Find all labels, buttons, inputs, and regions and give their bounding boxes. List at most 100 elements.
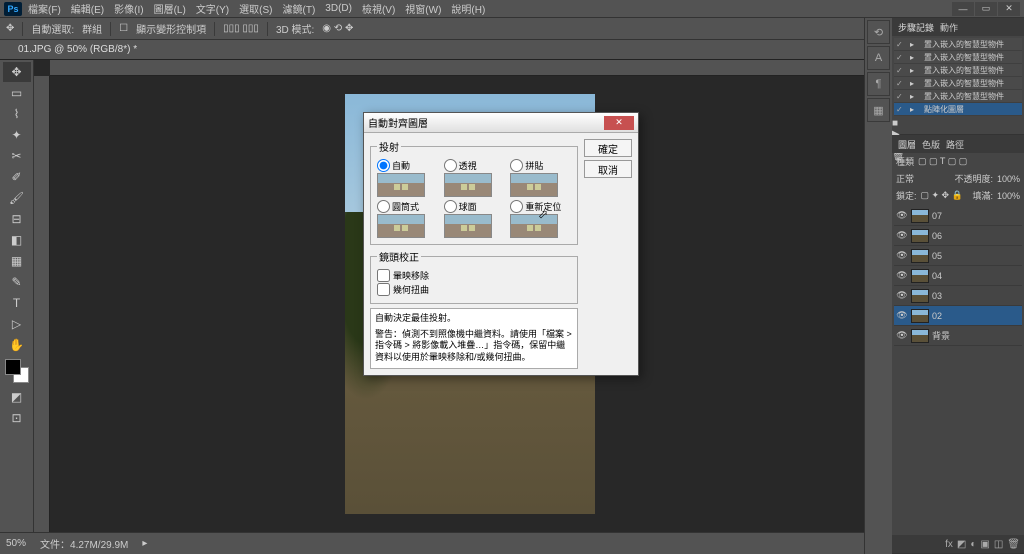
para-icon[interactable]: ¶ xyxy=(867,72,890,96)
layer-name: 04 xyxy=(932,271,942,281)
history-item[interactable]: ✓▸置入嵌入的智慧型物件 xyxy=(894,38,1022,51)
dialog-titlebar[interactable]: 自動對齊圖層 ✕ xyxy=(364,113,638,133)
zoom-level[interactable]: 50% xyxy=(6,538,26,549)
quickmask-tool[interactable]: ◩ xyxy=(3,387,31,407)
layer-row[interactable]: 👁02 xyxy=(894,306,1022,326)
adjustment-icon[interactable]: ◐ xyxy=(970,539,976,550)
filter-icons[interactable]: ▢ ▢ T ▢ ▢ xyxy=(918,156,967,167)
pen-tool[interactable]: ✎ xyxy=(3,272,31,292)
menu-file[interactable]: 檔案(F) xyxy=(24,1,65,16)
menu-view[interactable]: 檢視(V) xyxy=(358,1,399,16)
actions-tab-history[interactable]: 步驟記錄 xyxy=(898,21,934,34)
visibility-icon[interactable]: 👁 xyxy=(896,310,908,321)
visibility-icon[interactable]: 👁 xyxy=(896,250,908,261)
mode-3d-label: 3D 模式: xyxy=(276,21,314,36)
document-tab[interactable]: 01.JPG @ 50% (RGB/8*) * xyxy=(10,42,145,57)
history-icon[interactable]: ⟲ xyxy=(867,20,890,44)
actions-tab-actions[interactable]: 動作 xyxy=(940,21,958,34)
projection-sphere-radio[interactable]: 球面 xyxy=(444,199,505,213)
layer-row[interactable]: 👁背景 xyxy=(894,326,1022,346)
transform-controls-checkbox[interactable]: ☐ xyxy=(119,23,128,34)
history-item[interactable]: ✓▸置入嵌入的智慧型物件 xyxy=(894,51,1022,64)
swatches-icon[interactable]: ▦ xyxy=(867,98,890,122)
brush-tool[interactable]: 🖌 xyxy=(3,188,31,208)
history-item[interactable]: ✓▸置入嵌入的智慧型物件 xyxy=(894,64,1022,77)
auto-select-label: 自動選取: xyxy=(31,21,74,36)
marquee-tool[interactable]: ▭ xyxy=(3,83,31,103)
projection-collage-thumb xyxy=(510,173,558,197)
visibility-icon[interactable]: 👁 xyxy=(896,330,908,341)
dialog-close[interactable]: ✕ xyxy=(604,116,634,130)
history-item[interactable]: ✓▸置入嵌入的智慧型物件 xyxy=(894,77,1022,90)
blend-mode[interactable]: 正常 xyxy=(896,172,914,185)
projection-repos-radio[interactable]: 重新定位 xyxy=(510,199,571,213)
menu-window[interactable]: 視窗(W) xyxy=(401,1,445,16)
cancel-button[interactable]: 取消 xyxy=(584,160,632,178)
layer-row[interactable]: 👁03 xyxy=(894,286,1022,306)
menu-filter[interactable]: 濾鏡(T) xyxy=(279,1,320,16)
projection-auto-radio[interactable]: 自動 xyxy=(377,158,438,172)
eyedropper-tool[interactable]: ✐ xyxy=(3,167,31,187)
window-maximize[interactable]: ▭ xyxy=(975,2,997,16)
mode-3d-icons[interactable]: ◉ ⟲ ✥ xyxy=(322,23,353,34)
menu-select[interactable]: 選取(S) xyxy=(235,1,276,16)
stop-icon[interactable]: ■ xyxy=(892,118,1024,129)
auto-select-dropdown[interactable]: 群組 xyxy=(82,21,102,36)
wand-tool[interactable]: ✦ xyxy=(3,125,31,145)
color-swatches[interactable] xyxy=(5,359,29,383)
screenmode-tool[interactable]: ⊡ xyxy=(3,408,31,428)
fx-icon[interactable]: fx xyxy=(945,539,953,550)
layers-tab[interactable]: 圖層 xyxy=(898,138,916,151)
vignette-checkbox[interactable]: 暈映移除 xyxy=(377,269,571,282)
align-icons[interactable]: ▯▯▯ ▯▯▯ xyxy=(223,23,259,34)
menu-3d[interactable]: 3D(D) xyxy=(321,3,356,14)
stamp-tool[interactable]: ⊟ xyxy=(3,209,31,229)
menu-edit[interactable]: 編輯(E) xyxy=(67,1,108,16)
menu-image[interactable]: 影像(I) xyxy=(110,1,147,16)
move-tool[interactable]: ✥ xyxy=(3,62,31,82)
lock-icons[interactable]: ▢ ✦ ✥ 🔒 xyxy=(921,190,963,201)
ok-button[interactable]: 確定 xyxy=(584,139,632,157)
layer-row[interactable]: 👁 04 xyxy=(894,266,1022,286)
path-tool[interactable]: ▷ xyxy=(3,314,31,334)
visibility-icon[interactable]: 👁 xyxy=(896,210,908,221)
window-close[interactable]: ✕ xyxy=(998,2,1020,16)
crop-tool[interactable]: ✂ xyxy=(3,146,31,166)
menu-type[interactable]: 文字(Y) xyxy=(192,1,233,16)
history-item[interactable]: ✓▸置入嵌入的智慧型物件 xyxy=(894,90,1022,103)
visibility-icon[interactable]: 👁 xyxy=(896,290,908,301)
new-layer-icon[interactable]: ◫ xyxy=(994,539,1003,550)
mask-icon[interactable]: ◩ xyxy=(957,539,966,550)
paths-tab[interactable]: 路徑 xyxy=(946,138,964,151)
window-minimize[interactable]: — xyxy=(952,2,974,16)
char-icon[interactable]: A xyxy=(867,46,890,70)
lasso-tool[interactable]: ⌇ xyxy=(3,104,31,124)
opacity-value[interactable]: 100% xyxy=(997,174,1020,184)
fill-value[interactable]: 100% xyxy=(997,191,1020,201)
visibility-icon[interactable]: 👁 xyxy=(896,270,908,281)
delete-layer-icon[interactable]: 🗑 xyxy=(1007,539,1020,550)
layer-row[interactable]: 👁07 xyxy=(894,206,1022,226)
projection-cyl-radio[interactable]: 圓筒式 xyxy=(377,199,438,213)
projection-collage-radio[interactable]: 拼貼 xyxy=(510,158,571,172)
hand-tool[interactable]: ✋ xyxy=(3,335,31,355)
eraser-tool[interactable]: ◧ xyxy=(3,230,31,250)
layer-row[interactable]: 👁05 xyxy=(894,246,1022,266)
ruler-horizontal[interactable] xyxy=(50,60,864,76)
visibility-icon[interactable]: 👁 xyxy=(896,230,908,241)
gradient-tool[interactable]: ▦ xyxy=(3,251,31,271)
distortion-checkbox[interactable]: 幾何扭曲 xyxy=(377,283,571,296)
type-tool[interactable]: T xyxy=(3,293,31,313)
history-item[interactable]: ✓▸點陣化圖層 xyxy=(894,103,1022,116)
layer-row[interactable]: 👁06 xyxy=(894,226,1022,246)
menu-layer[interactable]: 圖層(L) xyxy=(150,1,190,16)
menu-help[interactable]: 說明(H) xyxy=(447,1,489,16)
channels-tab[interactable]: 色版 xyxy=(922,138,940,151)
group-icon[interactable]: ▣ xyxy=(980,539,989,550)
status-arrow[interactable]: ▸ xyxy=(142,538,147,549)
projection-persp-thumb xyxy=(444,173,492,197)
doc-size[interactable]: 文件：4.27M/29.9M xyxy=(40,536,128,551)
ruler-vertical[interactable] xyxy=(34,76,50,532)
projection-persp-radio[interactable]: 透視 xyxy=(444,158,505,172)
desc-body: 警告：偵測不到照像機中繼資料。請使用「檔案 > 指令碼 > 將影像載入堆疊…」指… xyxy=(375,329,573,364)
